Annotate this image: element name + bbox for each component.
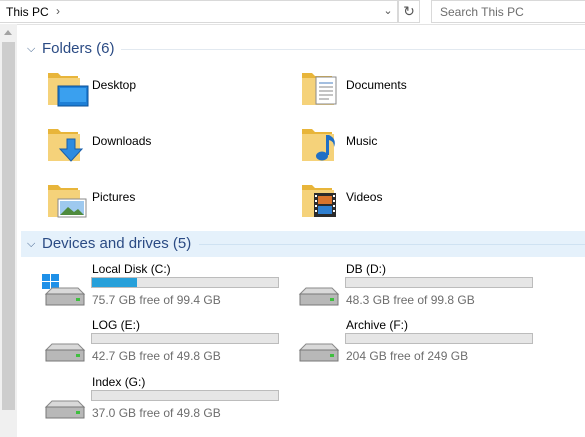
collapse-chevron-icon[interactable]: ⌵ [27, 43, 35, 56]
scrollbar-thumb[interactable] [2, 42, 15, 410]
hard-drive-icon [44, 400, 86, 419]
videos-folder-icon [302, 185, 336, 217]
folder-label: Videos [346, 190, 383, 204]
hard-drive-icon [298, 343, 340, 362]
drive-label: Local Disk (C:) [92, 262, 171, 276]
collapse-chevron-icon[interactable]: ⌵ [27, 238, 35, 251]
desktop-folder-icon [48, 73, 89, 107]
drive-local-disk-c[interactable]: Local Disk (C:) 75.7 GB free of 99.4 GB [42, 262, 292, 318]
folder-label: Pictures [92, 190, 136, 204]
drive-label: Index (G:) [92, 375, 146, 389]
drive-label: LOG (E:) [92, 318, 141, 332]
search-placeholder: Search This PC [440, 5, 524, 19]
drive-usage-bar [91, 333, 279, 344]
address-dropdown-icon[interactable]: ⌄ [380, 4, 396, 20]
group-divider [199, 244, 585, 245]
drive-usage-bar [345, 277, 533, 288]
drive-free-space: 75.7 GB free of 99.4 GB [92, 293, 221, 307]
drive-index-g[interactable]: Index (G:) 37.0 GB free of 49.8 GB [42, 375, 292, 431]
folder-music[interactable]: Music [300, 123, 540, 171]
address-bar[interactable]: This PC › ⌄ [0, 0, 398, 23]
refresh-button[interactable]: ↻ [398, 0, 420, 23]
drive-free-space: 37.0 GB free of 49.8 GB [92, 406, 221, 420]
drive-db-d[interactable]: DB (D:) 48.3 GB free of 99.8 GB [296, 262, 546, 318]
folders-group-header[interactable]: ⌵ Folders (6) [21, 36, 585, 62]
folder-documents[interactable]: Documents [300, 67, 540, 115]
folder-label: Desktop [92, 78, 137, 92]
folder-label: Music [346, 134, 378, 148]
devices-group-title: Devices and drives (5) [42, 235, 192, 252]
music-folder-icon [302, 129, 335, 161]
drive-archive-f[interactable]: Archive (F:) 204 GB free of 249 GB [296, 318, 546, 374]
drive-usage-bar [91, 277, 279, 288]
drive-log-e[interactable]: LOG (E:) 42.7 GB free of 49.8 GB [42, 318, 292, 374]
drive-label: Archive (F:) [346, 318, 409, 332]
navigation-bar: This PC › ⌄ ↻ Search This PC [0, 0, 585, 25]
folder-downloads[interactable]: Downloads [46, 123, 286, 171]
group-divider [121, 49, 585, 50]
folder-videos[interactable]: Videos [300, 179, 540, 227]
drive-usage-bar [345, 333, 533, 344]
drive-usage-fill [92, 278, 137, 287]
folder-pictures[interactable]: Pictures [46, 179, 286, 227]
downloads-folder-icon [48, 129, 84, 162]
drive-free-space: 42.7 GB free of 49.8 GB [92, 349, 221, 363]
pictures-folder-icon [48, 185, 87, 218]
breadcrumb-this-pc[interactable]: This PC [6, 5, 49, 19]
folders-group-title: Folders (6) [42, 40, 115, 57]
hard-drive-icon [298, 287, 340, 306]
drive-free-space: 48.3 GB free of 99.8 GB [346, 293, 475, 307]
drive-usage-bar [91, 390, 279, 401]
folder-label: Documents [346, 78, 407, 92]
hard-drive-icon [44, 343, 86, 362]
vertical-scrollbar[interactable] [0, 24, 17, 437]
breadcrumb-chevron-icon[interactable]: › [56, 4, 60, 18]
scroll-up-arrow-icon[interactable] [4, 30, 12, 35]
search-box[interactable]: Search This PC [431, 0, 585, 23]
drive-free-space: 204 GB free of 249 GB [346, 349, 469, 363]
folder-desktop[interactable]: Desktop [46, 67, 286, 115]
system-drive-icon [42, 274, 86, 306]
folder-label: Downloads [92, 134, 152, 148]
drive-label: DB (D:) [346, 262, 386, 276]
devices-group-header[interactable]: ⌵ Devices and drives (5) [21, 231, 585, 257]
documents-folder-icon [302, 73, 337, 105]
